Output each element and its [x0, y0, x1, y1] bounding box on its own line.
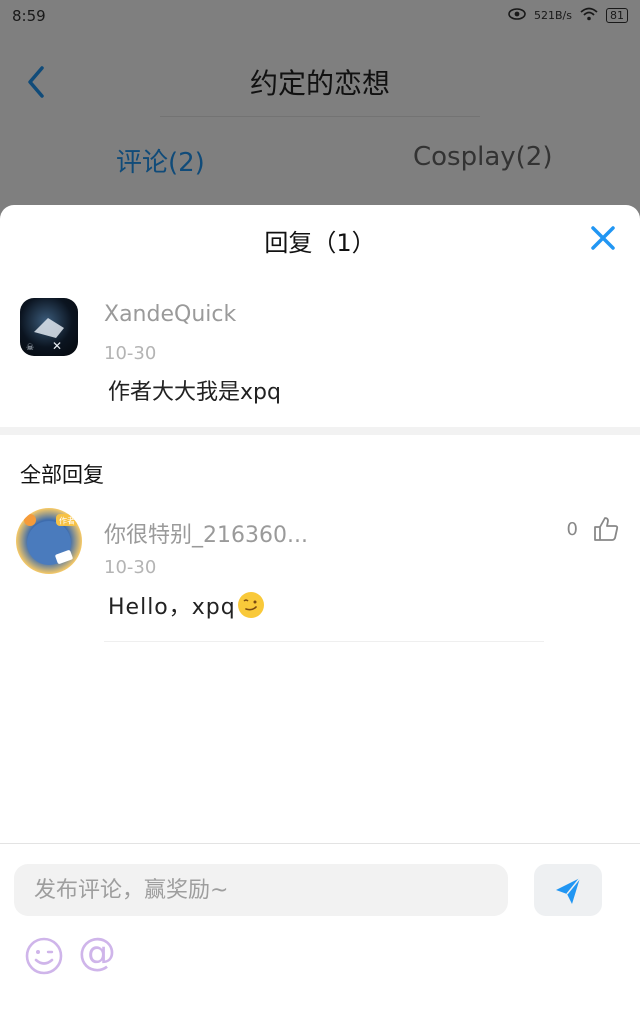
reply-content: Hello，xpq — [108, 589, 264, 621]
thumbs-up-icon[interactable] — [592, 515, 620, 543]
emoji-icon[interactable] — [24, 936, 64, 976]
section-divider — [0, 427, 640, 435]
like-count: 0 — [566, 519, 578, 540]
reply-text: Hello，xpq — [108, 595, 236, 620]
close-icon[interactable] — [588, 223, 618, 253]
reply-username[interactable]: 你很特别_216360... — [104, 517, 308, 549]
comment-username[interactable]: XandeQuick — [104, 302, 236, 327]
comment-content: 作者大大我是xpq — [108, 380, 281, 405]
comment-date: 10-30 — [104, 343, 157, 364]
avatar[interactable]: 作者 — [16, 508, 82, 574]
comment-input[interactable] — [14, 864, 508, 916]
svg-text:作者: 作者 — [59, 516, 75, 526]
sheet-title: 回复（1） — [264, 229, 376, 257]
send-button[interactable] — [534, 864, 602, 916]
reply-date: 10-30 — [104, 557, 157, 578]
svg-text:☠: ☠ — [26, 343, 34, 353]
smirk-emoji-icon — [237, 592, 264, 618]
avatar[interactable]: ✕ ☠ — [20, 298, 78, 356]
all-replies-heading: 全部回复 — [20, 463, 104, 487]
comment-composer: @ — [0, 843, 640, 1024]
mention-button[interactable]: @ — [78, 930, 116, 974]
reply-sheet: 回复（1） ✕ ☠ XandeQuick 10-30 作者大大我是xpq 全部回… — [0, 205, 640, 1024]
reply-divider — [104, 641, 544, 642]
svg-text:✕: ✕ — [52, 339, 62, 353]
